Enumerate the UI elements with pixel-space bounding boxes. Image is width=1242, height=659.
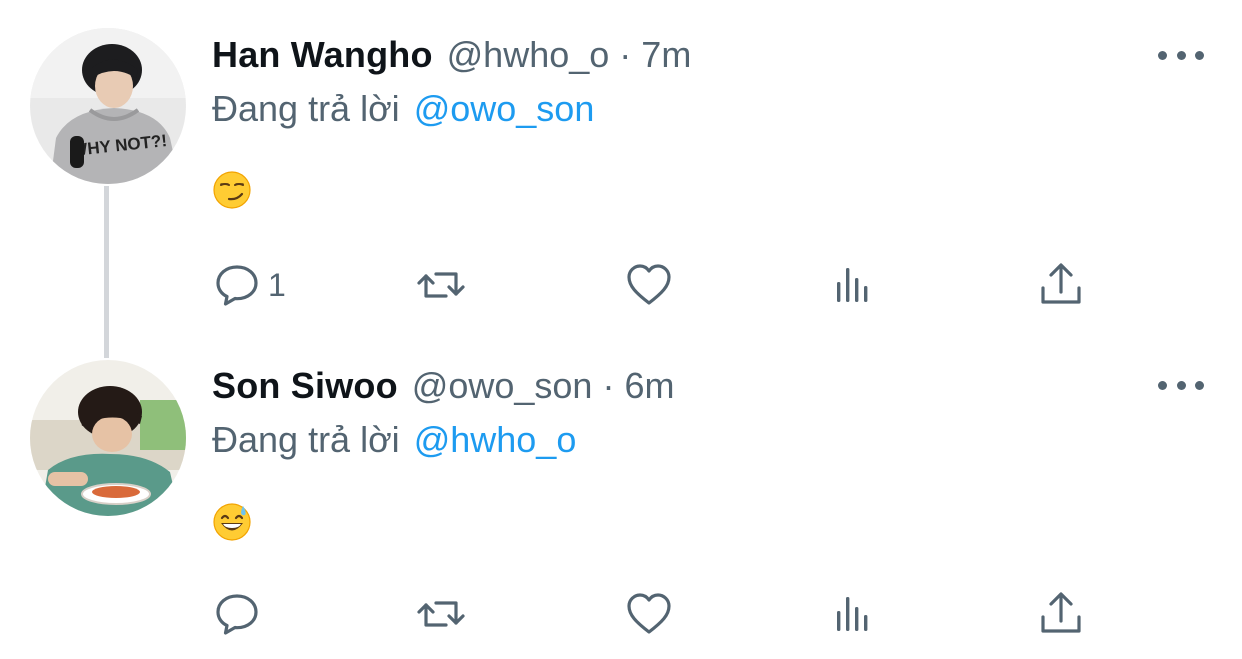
more-dot — [1158, 50, 1167, 60]
reply-icon — [216, 594, 258, 635]
reply-count: 1 — [268, 266, 286, 303]
more-dot — [1176, 50, 1186, 60]
share-button[interactable] — [1036, 255, 1086, 315]
reply-button[interactable]: 1 — [212, 255, 286, 315]
retweet-icon — [417, 272, 465, 298]
tweet[interactable]: WHY NOT?! Han Wangho @hwho_o · 7m Đang t… — [0, 0, 1242, 358]
display-name[interactable]: Son Siwoo — [212, 361, 398, 411]
views-icon — [837, 597, 868, 631]
display-name[interactable]: Han Wangho — [212, 30, 433, 80]
like-icon — [627, 264, 671, 305]
views-button[interactable] — [830, 584, 880, 644]
like-button[interactable] — [624, 584, 674, 644]
retweet-button[interactable] — [416, 255, 466, 315]
share-button[interactable] — [1036, 584, 1086, 644]
tweet[interactable]: Son Siwoo @owo_son · 6m Đang trả lời @hw… — [0, 330, 1242, 659]
mention-link[interactable]: @owo_son — [414, 88, 595, 129]
like-button[interactable] — [624, 255, 674, 315]
grinning-face-with-sweat-emoji-icon — [212, 502, 252, 542]
avatar-photo: WHY NOT?! — [30, 28, 186, 184]
retweet-button[interactable] — [416, 584, 466, 644]
views-icon — [837, 268, 868, 302]
replying-to-label: Đang trả lời — [212, 419, 400, 460]
avatar-photo — [30, 360, 186, 516]
replying-to-label: Đang trả lời — [212, 88, 400, 129]
reply-icon — [216, 265, 258, 306]
avatar[interactable] — [30, 360, 186, 516]
separator-dot: · — [619, 34, 632, 75]
timestamp[interactable]: 7m — [641, 30, 691, 80]
tweet-actions: 1 — [0, 255, 1242, 315]
more-icon[interactable] — [1158, 45, 1204, 65]
like-icon — [627, 593, 671, 634]
user-handle[interactable]: @hwho_o — [447, 30, 610, 80]
more-dot — [1195, 380, 1204, 390]
tweet-header: Son Siwoo @owo_son · 6m — [212, 361, 674, 411]
timestamp[interactable]: 6m — [624, 361, 674, 411]
mention-link[interactable]: @hwho_o — [414, 419, 577, 460]
retweet-icon — [417, 601, 465, 627]
share-icon — [1041, 263, 1081, 304]
tweet-header: Han Wangho @hwho_o · 7m — [212, 30, 691, 80]
more-dot — [1176, 380, 1186, 390]
avatar[interactable]: WHY NOT?! — [30, 28, 186, 184]
more-dot — [1158, 380, 1167, 390]
separator-dot: · — [602, 365, 615, 406]
more-icon[interactable] — [1158, 375, 1204, 395]
more-dot — [1195, 50, 1204, 60]
views-button[interactable] — [830, 255, 880, 315]
share-icon — [1041, 592, 1081, 633]
user-handle[interactable]: @owo_son — [412, 361, 593, 411]
replying-to: Đang trả lời @owo_son — [212, 84, 594, 134]
reply-button[interactable] — [212, 584, 268, 644]
replying-to: Đang trả lời @hwho_o — [212, 415, 576, 465]
smirking-face-emoji-icon — [212, 170, 252, 210]
tweet-actions — [0, 584, 1242, 644]
